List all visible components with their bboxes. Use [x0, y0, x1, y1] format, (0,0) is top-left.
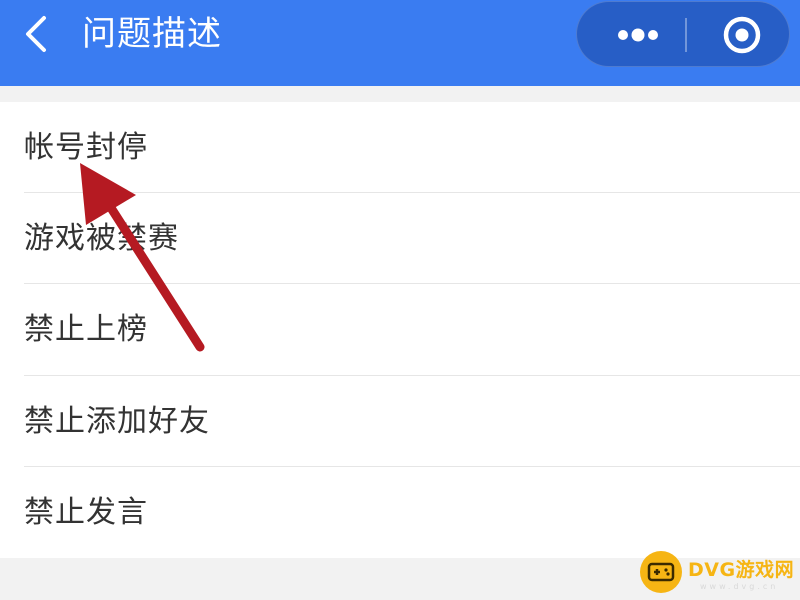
list-item-leaderboard-ban[interactable]: 禁止上榜	[0, 284, 800, 376]
more-dots-icon	[618, 28, 658, 42]
more-button[interactable]	[591, 2, 683, 66]
list-item-chat-ban[interactable]: 禁止发言	[0, 467, 800, 558]
list-item-account-ban[interactable]: 帐号封停	[0, 102, 800, 194]
target-circle-icon	[723, 16, 761, 54]
watermark-subtext: www.dvg.cn	[700, 582, 779, 591]
list-item-label: 禁止发言	[24, 494, 148, 530]
gamepad-icon	[640, 551, 682, 593]
site-watermark: DVG游戏网 www.dvg.cn	[640, 548, 796, 598]
close-mini-program-button[interactable]	[701, 2, 783, 66]
list-item-label: 禁止上榜	[24, 312, 148, 348]
navigation-bar: 问题描述	[0, 0, 800, 86]
list-item-label: 禁止添加好友	[24, 403, 210, 439]
problem-type-list: 帐号封停 游戏被禁赛 禁止上榜 禁止添加好友 禁止发言	[0, 102, 800, 558]
chevron-left-icon	[26, 16, 46, 52]
capsule-divider	[685, 18, 687, 52]
list-item-game-ban[interactable]: 游戏被禁赛	[0, 193, 800, 285]
watermark-text: DVG游戏网	[688, 559, 795, 581]
back-button[interactable]	[14, 12, 58, 56]
list-item-add-friend-ban[interactable]: 禁止添加好友	[0, 376, 800, 467]
list-item-label: 帐号封停	[24, 130, 148, 165]
page-title: 问题描述	[82, 14, 222, 54]
list-item-label: 游戏被禁赛	[24, 221, 179, 257]
mini-program-capsule	[576, 1, 790, 67]
